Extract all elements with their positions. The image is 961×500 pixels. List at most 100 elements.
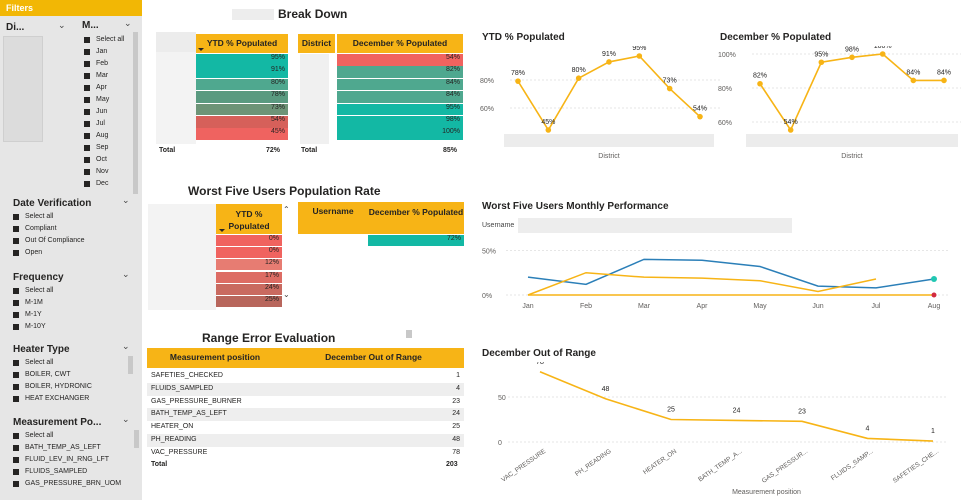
- checkbox-item[interactable]: GAS_PRESSURE_BRN_UOM: [13, 480, 121, 487]
- checkbox[interactable]: [13, 237, 19, 244]
- username-header[interactable]: Username: [298, 202, 368, 234]
- checkbox-item[interactable]: FLUIDS_SAMPLED: [13, 468, 87, 475]
- checkbox[interactable]: [13, 287, 19, 294]
- data-point[interactable]: [606, 59, 612, 65]
- chevron-down-icon[interactable]: ⌄: [122, 341, 130, 352]
- checkbox[interactable]: [84, 48, 90, 55]
- checkbox[interactable]: [84, 96, 90, 103]
- data-point[interactable]: [575, 75, 582, 81]
- scroll-down-icon[interactable]: ⌄: [283, 290, 290, 299]
- checkbox-item[interactable]: Sep: [84, 144, 108, 151]
- checkbox[interactable]: [84, 156, 90, 163]
- checkbox-item[interactable]: Nov: [84, 168, 108, 175]
- checkbox[interactable]: [84, 36, 90, 43]
- checkbox-item[interactable]: Feb: [84, 60, 108, 67]
- checkbox[interactable]: [13, 213, 19, 220]
- checkbox-item[interactable]: Compliant: [13, 225, 57, 232]
- checkbox-item[interactable]: Jul: [84, 120, 105, 127]
- data-point[interactable]: [666, 85, 673, 92]
- checkbox[interactable]: [84, 120, 90, 127]
- checkbox-item[interactable]: BOILER, HYDRONIC: [13, 383, 92, 390]
- data-point[interactable]: [879, 51, 886, 57]
- data-point[interactable]: [941, 77, 947, 84]
- checkbox[interactable]: [13, 456, 19, 463]
- checkbox[interactable]: [13, 395, 19, 402]
- checkbox-item[interactable]: Jun: [84, 108, 107, 115]
- checkbox[interactable]: [13, 359, 19, 366]
- checkbox[interactable]: [84, 168, 90, 175]
- checkbox-item[interactable]: Jan: [84, 48, 107, 55]
- data-point[interactable]: [787, 127, 794, 133]
- sort-arrow-icon[interactable]: [198, 48, 204, 51]
- month-scrollbar[interactable]: [133, 32, 138, 194]
- checkbox-item[interactable]: Dec: [84, 180, 108, 187]
- checkbox[interactable]: [84, 144, 90, 151]
- data-point[interactable]: [757, 80, 763, 87]
- checkbox[interactable]: [13, 480, 19, 487]
- checkbox[interactable]: [84, 132, 90, 139]
- checkbox[interactable]: [84, 72, 90, 79]
- checkbox-item[interactable]: M-10Y: [13, 323, 46, 330]
- chevron-down-icon[interactable]: ⌄: [58, 20, 66, 31]
- december-line-chart[interactable]: 100% 80% 60% 82% 54% 95% 98% 100% 84% 84% District: [716, 46, 961, 162]
- checkbox[interactable]: [84, 108, 90, 115]
- checkbox[interactable]: [13, 432, 19, 439]
- data-point[interactable]: [545, 127, 552, 133]
- checkbox[interactable]: [13, 225, 19, 232]
- checkbox-item[interactable]: M-1M: [13, 299, 43, 306]
- checkbox-item[interactable]: Apr: [84, 84, 107, 91]
- data-point[interactable]: [515, 78, 521, 84]
- checkbox[interactable]: [13, 311, 19, 318]
- checkbox-item[interactable]: Select all: [13, 287, 53, 294]
- checkbox[interactable]: [84, 60, 90, 67]
- chevron-down-icon[interactable]: ⌄: [122, 269, 130, 280]
- worst-dec-header[interactable]: December % Populated: [368, 202, 464, 234]
- checkbox-item[interactable]: Select all: [13, 359, 53, 366]
- checkbox-item[interactable]: Select all: [13, 213, 53, 220]
- district-header[interactable]: District: [298, 34, 335, 53]
- monthly-perf-chart[interactable]: 50% 0% Jan Feb Mar Apr May Jun Jul Aug: [478, 238, 953, 314]
- checkbox[interactable]: [13, 468, 19, 475]
- checkbox[interactable]: [13, 249, 19, 256]
- checkbox[interactable]: [84, 84, 90, 91]
- ytd-line-chart[interactable]: 80% 60% 78% 45% 80% 91% 95% 73% 54% District: [478, 46, 720, 162]
- checkbox[interactable]: [13, 299, 19, 306]
- chevron-down-icon[interactable]: ⌄: [122, 195, 130, 206]
- ytd-header[interactable]: YTD % Populated: [196, 34, 288, 53]
- checkbox[interactable]: [13, 444, 19, 451]
- resize-handle[interactable]: [406, 330, 412, 338]
- checkbox[interactable]: [13, 383, 19, 390]
- checkbox-item[interactable]: Out Of Compliance: [13, 237, 85, 244]
- measurement-scrollbar[interactable]: [134, 430, 139, 448]
- checkbox-item[interactable]: Oct: [84, 156, 107, 163]
- data-point[interactable]: [849, 54, 855, 61]
- heater-scrollbar[interactable]: [128, 356, 133, 374]
- checkbox[interactable]: [13, 323, 19, 330]
- checkbox-item[interactable]: BATH_TEMP_AS_LEFT: [13, 444, 101, 451]
- checkbox[interactable]: [84, 180, 90, 187]
- dec-header[interactable]: December % Populated: [337, 34, 463, 53]
- data-point[interactable]: [818, 59, 825, 66]
- worst-ytd-header[interactable]: YTD % Populated: [216, 204, 282, 234]
- out-of-range-chart[interactable]: 50 0 78 VAC_PRESSURE 48 PH_READING 25 HEATER_ON…: [478, 362, 953, 498]
- chevron-down-icon[interactable]: ⌄: [122, 414, 130, 425]
- checkbox-item[interactable]: HEAT EXCHANGER: [13, 395, 89, 402]
- data-point[interactable]: [910, 77, 917, 84]
- checkbox-item[interactable]: BOILER, CWT: [13, 371, 71, 378]
- district-slicer-box[interactable]: [3, 36, 43, 142]
- data-point[interactable]: [931, 275, 937, 282]
- checkbox-item[interactable]: Open: [13, 249, 42, 256]
- data-point[interactable]: [697, 113, 703, 120]
- measurement-position-header[interactable]: Measurement position: [147, 348, 283, 368]
- checkbox-item[interactable]: M-1Y: [13, 311, 42, 318]
- data-point[interactable]: [931, 292, 937, 298]
- checkbox-item[interactable]: Aug: [84, 132, 108, 139]
- checkbox-item[interactable]: FLUID_LEV_IN_RNG_LFT: [13, 456, 109, 463]
- checkbox-item[interactable]: Select all: [84, 36, 124, 43]
- checkbox-item[interactable]: Mar: [84, 72, 108, 79]
- checkbox-item[interactable]: May: [84, 96, 109, 103]
- checkbox[interactable]: [13, 371, 19, 378]
- checkbox-item[interactable]: Select all: [13, 432, 53, 439]
- sort-arrow-icon[interactable]: [219, 229, 225, 232]
- data-point[interactable]: [636, 53, 643, 59]
